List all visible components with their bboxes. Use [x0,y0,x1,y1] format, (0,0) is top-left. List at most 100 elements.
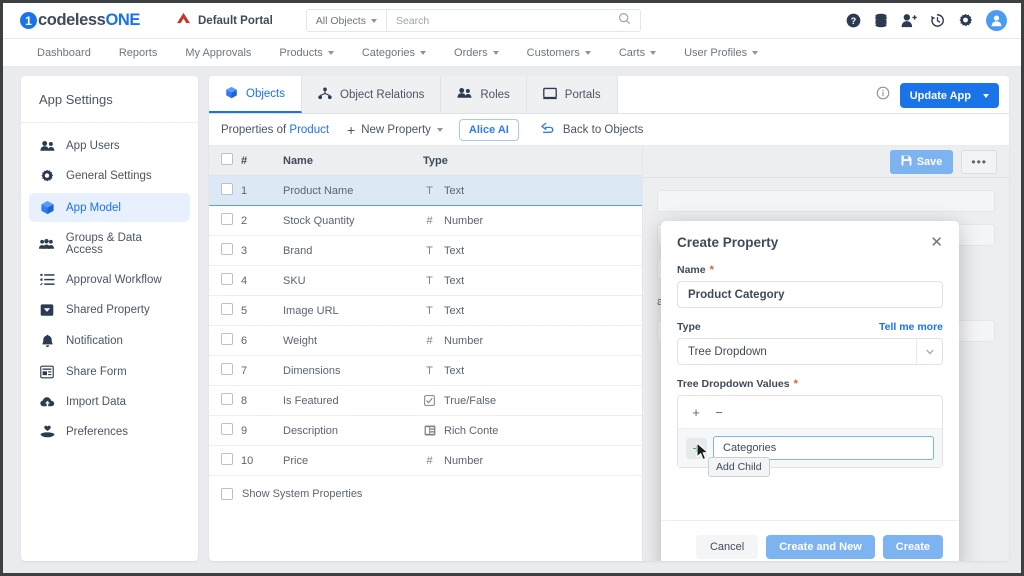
close-icon[interactable]: ✕ [930,235,943,250]
portal-selector[interactable]: Default Portal [176,12,273,30]
row-checkbox-cell[interactable] [209,356,241,386]
detail-field-1[interactable] [657,190,995,212]
row-checkbox-cell[interactable] [209,206,241,236]
more-options-button[interactable]: ••• [961,150,997,174]
table-row[interactable]: 9 Description Rich Conte [209,416,642,446]
table-row[interactable]: 6 Weight #Number [209,326,642,356]
row-checkbox-cell[interactable] [209,236,241,266]
cancel-button[interactable]: Cancel [696,535,758,559]
show-system-properties-checkbox[interactable] [221,488,233,500]
row-checkbox[interactable] [221,363,233,375]
sidebar-item-share-form[interactable]: Share Form [29,358,190,386]
sidebar-item-general-settings[interactable]: General Settings [29,162,190,190]
row-checkbox-cell[interactable] [209,296,241,326]
cancel-label: Cancel [710,541,744,553]
save-button[interactable]: Save [890,150,954,174]
table-row[interactable]: 7 Dimensions TText [209,356,642,386]
create-and-new-button[interactable]: Create and New [766,535,875,559]
app-logo[interactable]: 1 codelessONE [20,11,140,30]
create-property-dialog: Create Property ✕ Name * Type Tell me mo… [661,221,959,561]
sidebar-item-notification[interactable]: Notification [29,327,190,355]
table-row[interactable]: 4 SKU TText [209,266,642,296]
sidebar-item-shared-property[interactable]: Shared Property [29,296,190,324]
row-checkbox-cell[interactable] [209,446,241,476]
alice-ai-button[interactable]: Alice AI [459,119,519,141]
current-object-name[interactable]: Product [289,124,329,136]
row-checkbox[interactable] [221,213,233,225]
search-bar[interactable]: All Objects [306,9,641,32]
text-icon: T [423,365,436,377]
menu-item-carts[interactable]: Carts [605,39,670,66]
tab-portals[interactable]: Portals [527,76,618,113]
menu-item-user-profiles[interactable]: User Profiles [670,39,772,66]
column-header-number[interactable]: # [241,146,283,176]
add-node-button[interactable]: + [686,402,706,422]
table-row[interactable]: 5 Image URL TText [209,296,642,326]
help-icon[interactable]: ? [846,13,861,28]
tab-object-relations[interactable]: Object Relations [302,76,441,113]
object-scope-dropdown[interactable]: All Objects [307,10,387,31]
back-to-objects-button[interactable]: Back to Objects [541,122,644,137]
show-system-properties-toggle[interactable]: Show System Properties [209,476,642,500]
row-checkbox[interactable] [221,303,233,315]
row-checkbox[interactable] [221,393,233,405]
tab-label: Portals [565,89,601,101]
row-type-label: True/False [444,395,496,407]
select-all-checkbox[interactable] [221,153,233,165]
row-checkbox-cell[interactable] [209,326,241,356]
row-checkbox-cell[interactable] [209,266,241,296]
row-type-cell: TText [423,236,642,266]
remove-node-button[interactable]: − [709,402,729,422]
row-checkbox[interactable] [221,243,233,255]
tab-objects[interactable]: Objects [209,76,302,113]
info-icon[interactable] [876,86,890,105]
sidebar-item-import-data[interactable]: Import Data [29,389,190,415]
add-user-icon[interactable] [901,13,917,28]
gear-icon[interactable] [958,13,973,28]
update-app-button[interactable]: Update App [900,83,999,108]
portal-icon [543,87,557,103]
history-icon[interactable] [930,13,945,28]
row-checkbox[interactable] [221,423,233,435]
row-checkbox[interactable] [221,453,233,465]
menu-item-orders[interactable]: Orders [440,39,513,66]
new-property-button[interactable]: + New Property [347,122,443,138]
menu-item-reports[interactable]: Reports [105,39,172,66]
search-input[interactable] [387,15,618,27]
column-header-type[interactable]: Type [423,146,642,176]
row-checkbox[interactable] [221,183,233,195]
table-row[interactable]: 10 Price #Number [209,446,642,476]
row-checkbox-cell[interactable] [209,386,241,416]
table-row[interactable]: 2 Stock Quantity #Number [209,206,642,236]
row-checkbox[interactable] [221,273,233,285]
sidebar-item-app-users[interactable]: App Users [29,133,190,159]
table-row[interactable]: 1 Product Name TText [209,176,642,206]
name-input[interactable] [677,281,943,308]
database-icon[interactable] [874,13,888,28]
type-label: Type [677,321,701,333]
sidebar-item-approval-workflow[interactable]: Approval Workflow [29,266,190,293]
menu-item-customers[interactable]: Customers [513,39,605,66]
row-checkbox-cell[interactable] [209,176,241,206]
menu-item-my-approvals[interactable]: My Approvals [171,39,265,66]
menu-item-dashboard[interactable]: Dashboard [23,39,105,66]
row-checkbox[interactable] [221,333,233,345]
sidebar-item-preferences[interactable]: Preferences [29,418,190,445]
chevron-down-icon[interactable] [916,339,942,364]
sidebar-item-app-model[interactable]: App Model [29,193,190,222]
type-select[interactable]: Tree Dropdown [677,338,943,365]
sidebar-item-groups-data-access[interactable]: Groups & Data Access [29,225,190,263]
tab-roles[interactable]: Roles [441,76,526,113]
select-all-header[interactable] [209,146,241,176]
create-button[interactable]: Create [883,535,943,559]
table-row[interactable]: 8 Is Featured True/False [209,386,642,416]
row-checkbox-cell[interactable] [209,416,241,446]
search-icon[interactable] [618,12,640,30]
chevron-down-icon [328,51,334,55]
column-header-name[interactable]: Name [283,146,423,176]
menu-item-products[interactable]: Products [265,39,347,66]
menu-item-categories[interactable]: Categories [348,39,440,66]
tell-me-more-link[interactable]: Tell me more [879,321,943,333]
table-row[interactable]: 3 Brand TText [209,236,642,266]
avatar[interactable] [986,10,1007,31]
